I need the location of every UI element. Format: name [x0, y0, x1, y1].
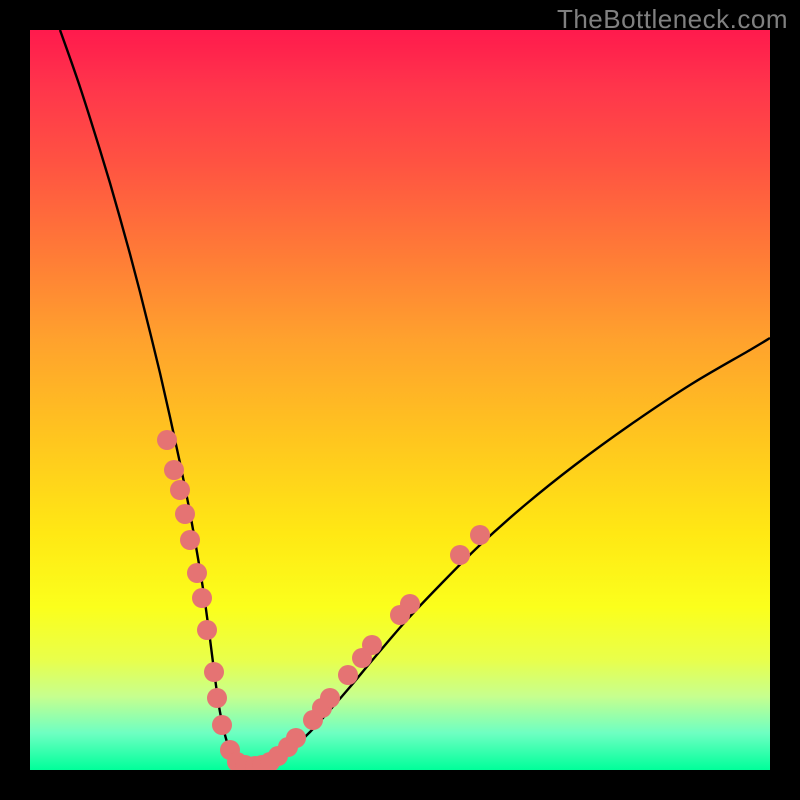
curve-marker [400, 594, 420, 614]
curve-marker [164, 460, 184, 480]
curve-marker [450, 545, 470, 565]
curve-marker [197, 620, 217, 640]
curve-marker [320, 688, 340, 708]
curve-marker [180, 530, 200, 550]
curve-marker [212, 715, 232, 735]
curve-marker [157, 430, 177, 450]
curve-marker [187, 563, 207, 583]
chart-plot-area [30, 30, 770, 770]
curve-marker [204, 662, 224, 682]
curve-marker [175, 504, 195, 524]
curve-marker [192, 588, 212, 608]
curve-marker [470, 525, 490, 545]
curve-marker [207, 688, 227, 708]
curve-marker [286, 728, 306, 748]
curve-marker [362, 635, 382, 655]
chart-svg [30, 30, 770, 770]
bottleneck-curve [60, 30, 770, 767]
curve-marker [170, 480, 190, 500]
curve-marker [338, 665, 358, 685]
